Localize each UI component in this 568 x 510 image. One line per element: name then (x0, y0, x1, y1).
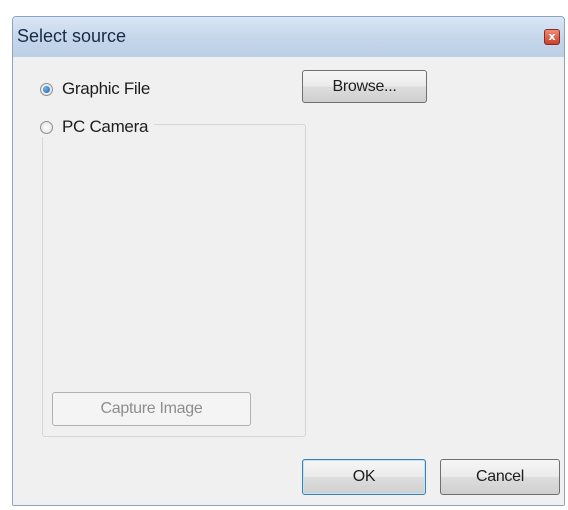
ok-button[interactable]: OK (302, 459, 426, 495)
capture-image-button[interactable]: Capture Image (52, 392, 251, 426)
title-bar[interactable]: Select source x (13, 17, 564, 57)
close-button[interactable]: x (544, 29, 560, 45)
pc-camera-label: PC Camera (62, 117, 149, 136)
graphic-file-radio[interactable] (40, 82, 53, 96)
cancel-button[interactable]: Cancel (440, 459, 560, 495)
pc-camera-option[interactable]: PC Camera (40, 117, 155, 137)
graphic-file-option[interactable]: Graphic File (40, 79, 157, 99)
dialog-body: Graphic File PC Camera Browse... Capture… (13, 57, 564, 505)
pc-camera-group (42, 124, 306, 437)
pc-camera-radio[interactable] (40, 120, 53, 134)
dialog-title: Select source (17, 26, 127, 46)
graphic-file-label: Graphic File (62, 79, 151, 98)
browse-button[interactable]: Browse... (302, 70, 427, 103)
close-icon: x (548, 30, 556, 43)
select-source-dialog: Select source x Graphic File PC Camera B… (12, 16, 565, 506)
